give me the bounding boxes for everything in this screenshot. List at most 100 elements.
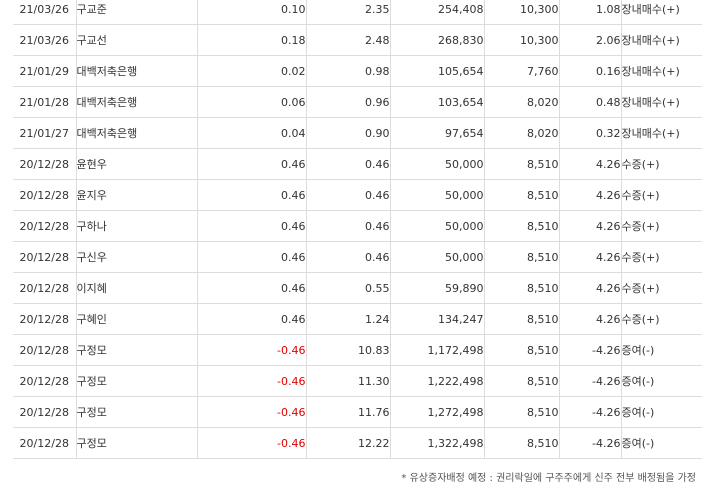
holder-name-cell: 구정모 (75, 365, 197, 397)
footnote: * 유상증자배정 예정 : 권리락일에 구주주에게 신주 전부 배정됨을 가정 (401, 473, 696, 484)
price-cell: 8,510 (483, 148, 559, 180)
price-cell: 8,510 (483, 272, 559, 304)
ratio-after-cell: 11.30 (305, 365, 390, 397)
date-cell: 21/01/27 (13, 117, 76, 149)
date-cell: 21/01/29 (13, 55, 76, 87)
date-cell: 21/01/28 (13, 86, 76, 118)
shares-after-cell: 105,654 (389, 55, 484, 87)
shares-after-cell: 1,322,498 (389, 427, 484, 459)
change-type-cell: 수증(+) (620, 272, 702, 304)
change-type-cell: 증여(-) (620, 427, 702, 459)
ratio-change-cell: 0.46 (196, 303, 306, 335)
holder-name-cell: 구교선 (75, 24, 197, 56)
ratio-after-cell: 10.83 (305, 334, 390, 366)
date-cell: 20/12/28 (13, 365, 76, 397)
holder-name-cell: 구정모 (75, 334, 197, 366)
ratio-change-cell: -0.46 (196, 396, 306, 428)
change-type-cell: 수증(+) (620, 179, 702, 211)
table-row: 20/12/28 구정모 -0.46 11.76 1,272,498 8,510 -4.26… (13, 396, 702, 428)
holder-name-cell: 구교준 (75, 0, 197, 25)
ratio-after-cell: 12.22 (305, 427, 390, 459)
table-row: 21/01/27 대백저축은행 0.04 0.90 97,654 8,020 0.32 장내매… (13, 117, 702, 149)
amount-cell: 0.32 (558, 117, 621, 149)
change-type-cell: 장내매수(+) (620, 117, 702, 149)
shares-after-cell: 268,830 (389, 24, 484, 56)
amount-cell: 4.26 (558, 272, 621, 304)
shares-after-cell: 1,272,498 (389, 396, 484, 428)
shares-after-cell: 59,890 (389, 272, 484, 304)
date-cell: 20/12/28 (13, 303, 76, 335)
table-body: 21/03/26 구교준 0.10 2.35 254,408 10,300 1.08 장내매수… (13, 0, 702, 459)
amount-cell: -4.26 (558, 334, 621, 366)
price-cell: 8,510 (483, 241, 559, 273)
price-cell: 8,510 (483, 179, 559, 211)
change-type-cell: 수증(+) (620, 241, 702, 273)
ratio-change-cell: 0.10 (196, 0, 306, 25)
ratio-change-cell: 0.46 (196, 272, 306, 304)
ratio-change-cell: 0.46 (196, 148, 306, 180)
amount-cell: 4.26 (558, 179, 621, 211)
amount-cell: 4.26 (558, 241, 621, 273)
date-cell: 20/12/28 (13, 179, 76, 211)
shares-after-cell: 97,654 (389, 117, 484, 149)
change-type-cell: 수증(+) (620, 210, 702, 242)
table-row: 20/12/28 구혜인 0.46 1.24 134,247 8,510 4.26 수증(+) (13, 303, 702, 335)
date-cell: 20/12/28 (13, 272, 76, 304)
holder-name-cell: 이지혜 (75, 272, 197, 304)
shares-after-cell: 50,000 (389, 210, 484, 242)
ratio-after-cell: 0.46 (305, 179, 390, 211)
ratio-after-cell: 0.46 (305, 210, 390, 242)
ratio-after-cell: 2.35 (305, 0, 390, 25)
ratio-change-cell: 0.06 (196, 86, 306, 118)
amount-cell: 4.26 (558, 148, 621, 180)
amount-cell: 0.48 (558, 86, 621, 118)
date-cell: 20/12/28 (13, 427, 76, 459)
table-row: 20/12/28 구신우 0.46 0.46 50,000 8,510 4.26 수증(+) (13, 241, 702, 273)
table-row: 20/12/28 이지혜 0.46 0.55 59,890 8,510 4.26 수증(+) (13, 272, 702, 304)
holder-name-cell: 대백저축은행 (75, 55, 197, 87)
ratio-change-cell: -0.46 (196, 365, 306, 397)
holder-name-cell: 윤현우 (75, 148, 197, 180)
table-row: 21/03/26 구교준 0.10 2.35 254,408 10,300 1.08 장내매수… (13, 0, 702, 25)
change-type-cell: 장내매수(+) (620, 0, 702, 25)
table-row: 21/01/29 대백저축은행 0.02 0.98 105,654 7,760 0.16 장내… (13, 55, 702, 87)
date-cell: 20/12/28 (13, 241, 76, 273)
shares-after-cell: 1,172,498 (389, 334, 484, 366)
ratio-change-cell: 0.46 (196, 241, 306, 273)
amount-cell: 4.26 (558, 303, 621, 335)
shares-after-cell: 50,000 (389, 148, 484, 180)
ratio-change-cell: -0.46 (196, 334, 306, 366)
holder-name-cell: 윤지우 (75, 179, 197, 211)
price-cell: 8,510 (483, 427, 559, 459)
change-type-cell: 수증(+) (620, 303, 702, 335)
price-cell: 8,510 (483, 365, 559, 397)
ratio-after-cell: 2.48 (305, 24, 390, 56)
ratio-change-cell: 0.46 (196, 179, 306, 211)
price-cell: 7,760 (483, 55, 559, 87)
change-type-cell: 수증(+) (620, 148, 702, 180)
change-type-cell: 장내매수(+) (620, 86, 702, 118)
change-type-cell: 증여(-) (620, 334, 702, 366)
amount-cell: 2.06 (558, 24, 621, 56)
holder-name-cell: 구하나 (75, 210, 197, 242)
ratio-change-cell: 0.46 (196, 210, 306, 242)
holder-name-cell: 구정모 (75, 396, 197, 428)
amount-cell: 1.08 (558, 0, 621, 25)
holder-name-cell: 대백저축은행 (75, 86, 197, 118)
shares-after-cell: 50,000 (389, 179, 484, 211)
price-cell: 8,510 (483, 210, 559, 242)
change-type-cell: 증여(-) (620, 396, 702, 428)
table-row: 20/12/28 윤지우 0.46 0.46 50,000 8,510 4.26 수증(+) (13, 179, 702, 211)
table-row: 21/03/26 구교선 0.18 2.48 268,830 10,300 2.06 장내매수… (13, 24, 702, 56)
price-cell: 8,510 (483, 396, 559, 428)
amount-cell: -4.26 (558, 427, 621, 459)
price-cell: 8,510 (483, 303, 559, 335)
ratio-after-cell: 0.46 (305, 241, 390, 273)
amount-cell: 0.16 (558, 55, 621, 87)
amount-cell: -4.26 (558, 365, 621, 397)
ratio-change-cell: 0.04 (196, 117, 306, 149)
table-row: 20/12/28 윤현우 0.46 0.46 50,000 8,510 4.26 수증(+) (13, 148, 702, 180)
date-cell: 21/03/26 (13, 24, 76, 56)
amount-cell: 4.26 (558, 210, 621, 242)
ratio-after-cell: 0.55 (305, 272, 390, 304)
